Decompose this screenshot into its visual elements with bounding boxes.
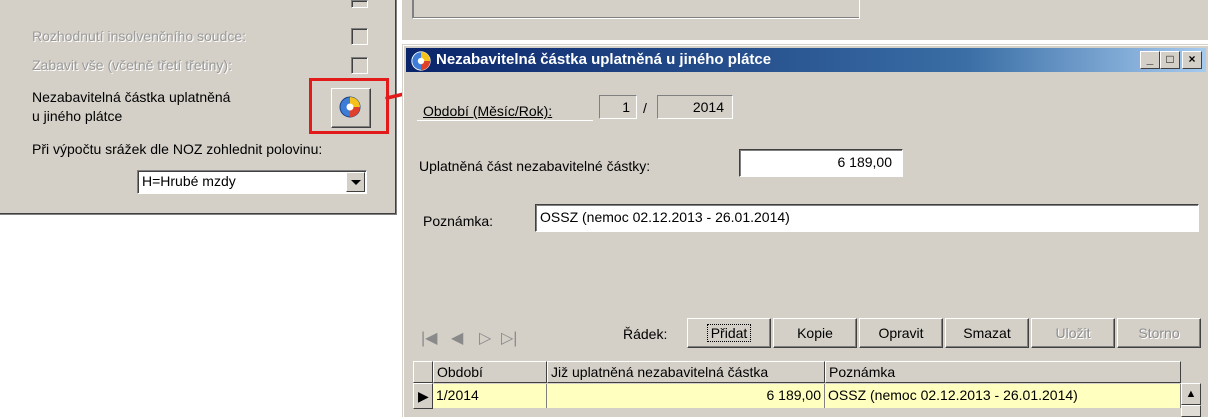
app-logo-icon (411, 51, 431, 71)
save-button[interactable]: Uložit (1031, 318, 1115, 348)
prev-record-icon[interactable]: ◀ (451, 328, 463, 348)
wage-type-value: H=Hrubé mzdy (142, 173, 236, 189)
insolvency-decision-label: Rozhodnutí insolvenčního soudce: (32, 28, 247, 44)
app-logo-icon (339, 96, 361, 118)
row-pointer-icon: ▶ (413, 383, 433, 409)
cell-period[interactable]: 1/2014 (433, 384, 547, 408)
maximize-button[interactable]: □ (1160, 51, 1180, 69)
grid-corner (413, 361, 433, 383)
grid-header-note[interactable]: Poznámka (825, 361, 1181, 383)
row-label: Řádek: (623, 326, 668, 342)
cell-note[interactable]: OSSZ (nemoc 02.12.2013 - 26.01.2014) (825, 384, 1181, 408)
minimize-button[interactable]: _ (1140, 51, 1160, 69)
grid-header-amount[interactable]: Již uplatněná nezabavitelná částka (547, 361, 825, 383)
background-field (412, 0, 860, 19)
amount-input[interactable]: 6 189,00 (739, 149, 903, 177)
period-year-field[interactable]: 2014 (657, 95, 733, 119)
note-input[interactable]: OSSZ (nemoc 02.12.2013 - 26.01.2014) (535, 204, 1199, 232)
edit-button[interactable]: Opravit (859, 318, 943, 348)
period-separator: / (643, 100, 647, 116)
cancel-button[interactable]: Storno (1117, 318, 1201, 348)
dialog-title: Nezabavitelná částka uplatněná u jiného … (436, 51, 772, 68)
exempt-amount-dialog: Nezabavitelná částka uplatněná u jiného … (402, 44, 1208, 417)
grid-header-period[interactable]: Období (433, 361, 547, 383)
add-button[interactable]: Přidat (687, 318, 771, 348)
wage-type-select[interactable]: H=Hrubé mzdy (137, 170, 367, 194)
dialog-titlebar[interactable]: Nezabavitelná částka uplatněná u jiného … (406, 48, 1206, 72)
seize-all-label: Zabavit vše (včetně třetí třetiny): (32, 57, 232, 73)
period-label-box: Období (Měsíc/Rok): (417, 97, 593, 121)
chevron-down-icon[interactable] (346, 172, 365, 192)
settings-panel: Rozhodnutí insolvenčního soudce: Zabavit… (0, 0, 397, 215)
period-label: Období (Měsíc/Rok): (423, 103, 553, 119)
records-grid: Období Již uplatněná nezabavitelná částk… (413, 361, 1203, 417)
partial-checkbox[interactable] (351, 0, 368, 8)
last-record-icon[interactable]: ▷| (501, 328, 517, 348)
period-month-field[interactable]: 1 (599, 95, 637, 119)
noz-label: Při výpočtu srážek dle NOZ zohlednit pol… (32, 141, 323, 157)
cell-amount[interactable]: 6 189,00 (547, 384, 825, 408)
note-label: Poznámka: (423, 213, 494, 229)
next-record-icon[interactable]: ▷ (479, 328, 491, 348)
scrollbar-track[interactable] (1181, 405, 1201, 417)
scroll-up-icon[interactable]: ▲ (1181, 383, 1201, 405)
first-record-icon[interactable]: |◀ (421, 328, 437, 348)
exempt-amount-label-line1: Nezabavitelná částka uplatněná (32, 89, 231, 105)
copy-button[interactable]: Kopie (773, 318, 857, 348)
close-button[interactable]: × (1182, 51, 1202, 69)
background-window (402, 0, 1208, 40)
seize-all-checkbox[interactable] (351, 57, 368, 74)
exempt-amount-label-line2: u jiného plátce (32, 108, 123, 124)
insolvency-decision-checkbox[interactable] (351, 28, 368, 45)
delete-button[interactable]: Smazat (945, 318, 1029, 348)
amount-label: Uplatněná část nezabavitelné částky: (419, 158, 651, 174)
exempt-amount-open-button[interactable] (331, 88, 371, 128)
